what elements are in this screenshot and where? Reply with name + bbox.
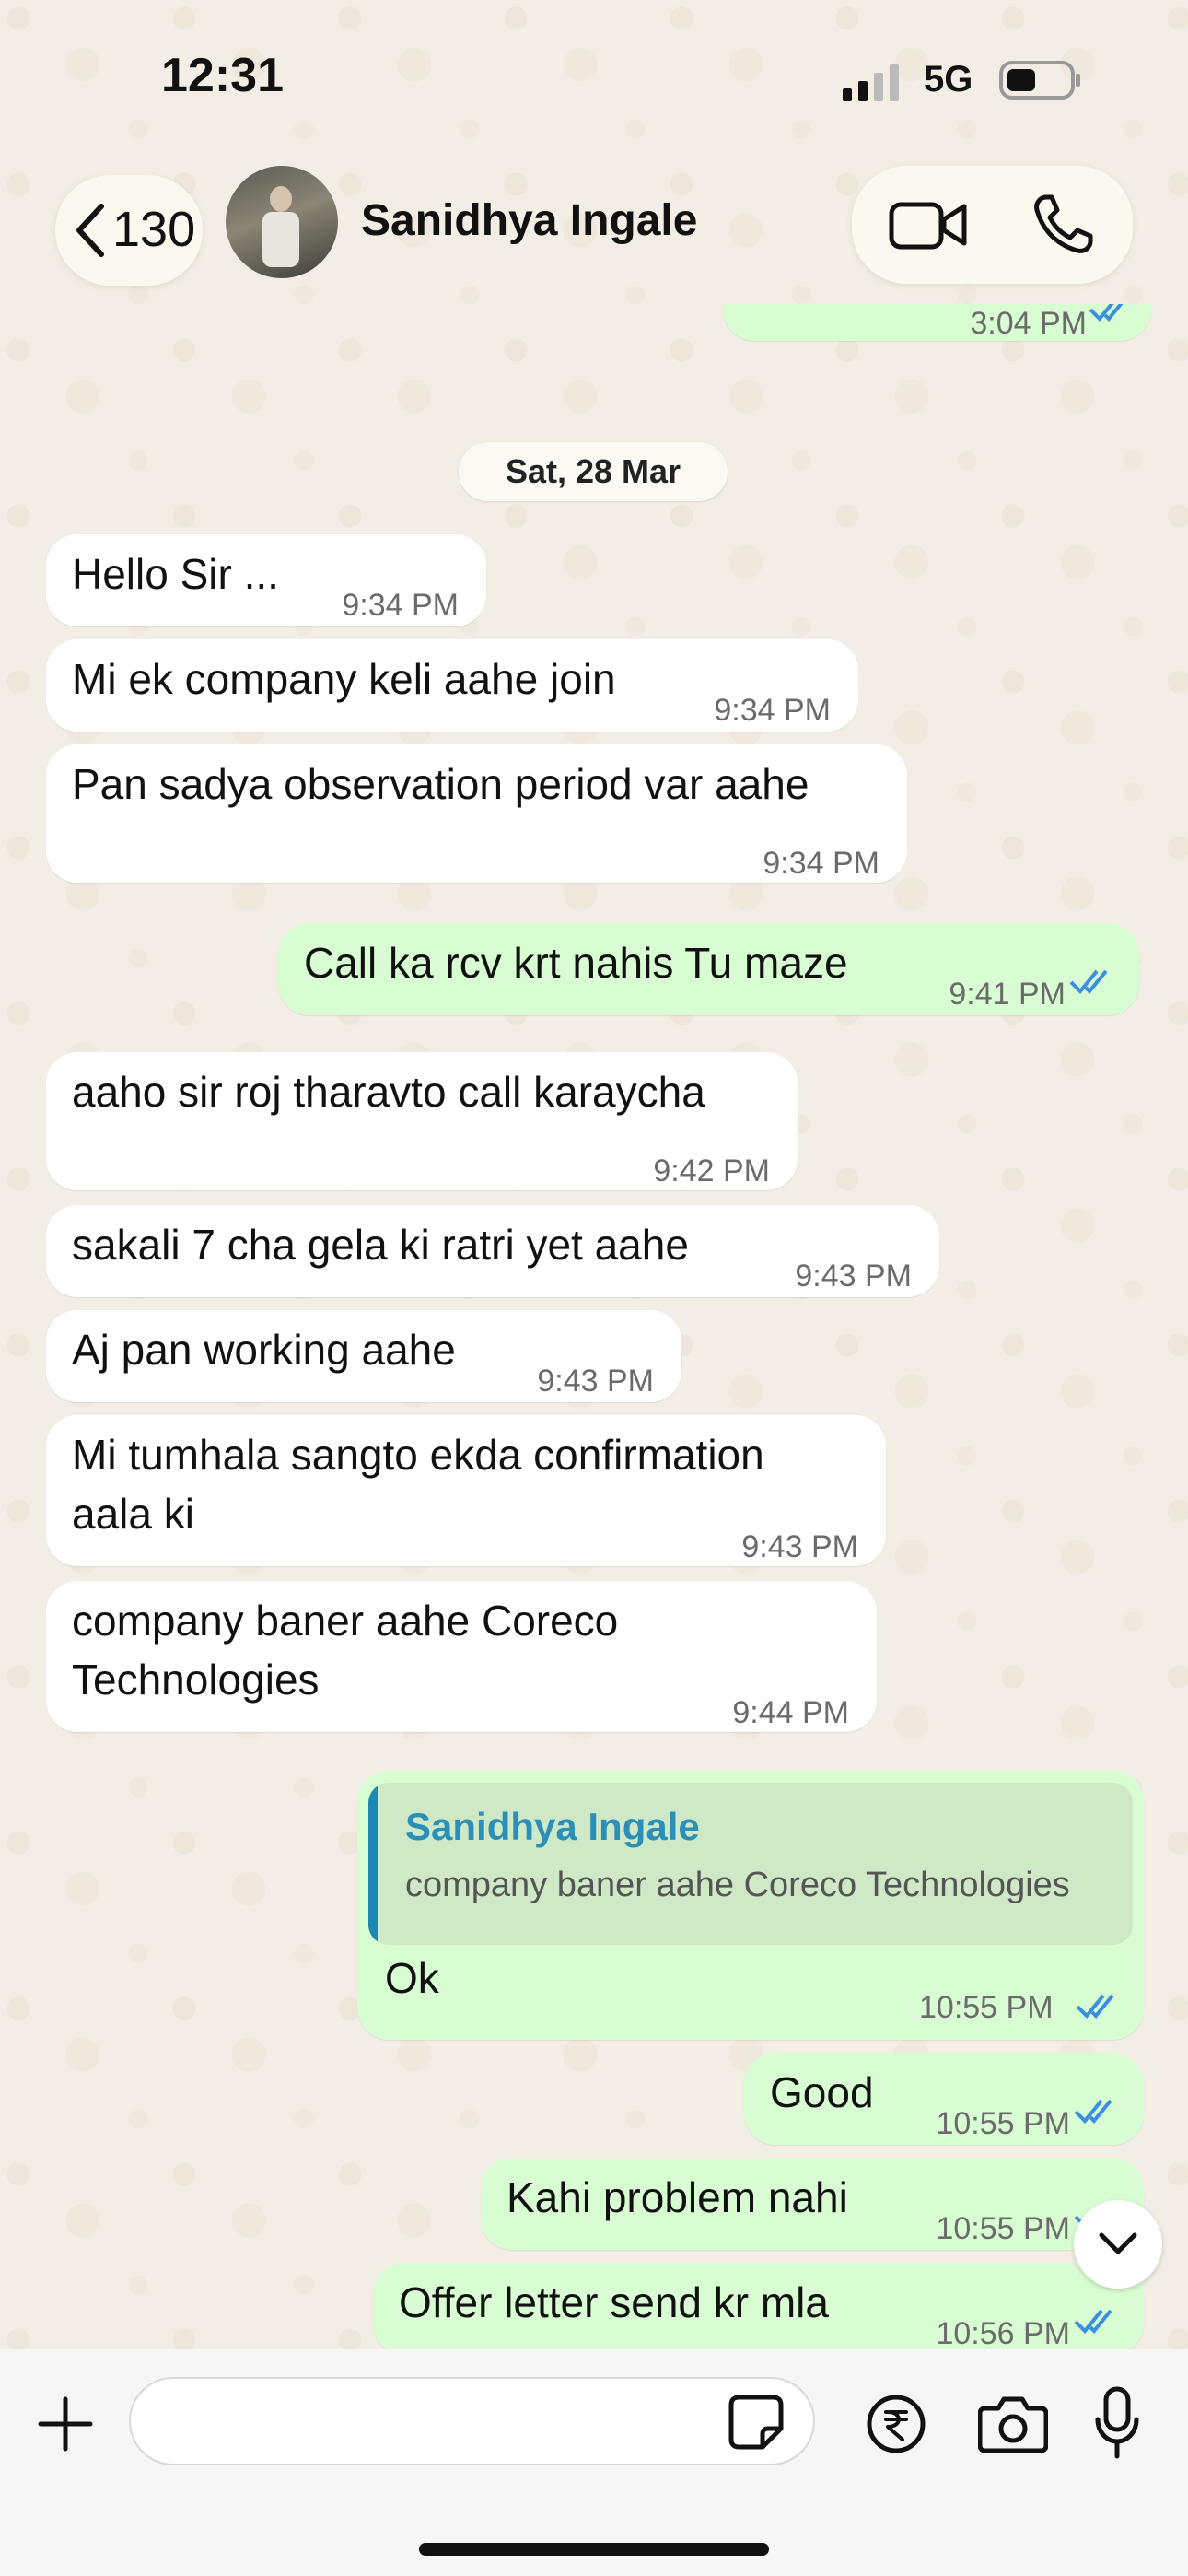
mic-icon[interactable]	[1094, 2386, 1140, 2460]
camera-icon[interactable]	[978, 2394, 1048, 2454]
battery-icon	[999, 61, 1080, 100]
chat-area[interactable]: 3:04 PM Sat, 28 Mar Hello Sir ... 9:34 P…	[0, 304, 1188, 2349]
message-time: 10:56 PM	[936, 2316, 1070, 2349]
plus-icon[interactable]	[37, 2395, 94, 2453]
network-label: 5G	[924, 59, 973, 100]
message-bubble-in[interactable]: aaho sir roj tharavto call karaycha 9:42…	[46, 1052, 798, 1190]
message-time: 9:34 PM	[714, 693, 831, 728]
message-time: 10:55 PM	[936, 2106, 1070, 2141]
message-bubble-in[interactable]: company baner aahe Coreco Technologies 9…	[46, 1581, 877, 1732]
contact-name[interactable]: Sanidhya Ingale	[361, 195, 697, 246]
back-chevron-icon	[76, 204, 104, 257]
message-time: 9:44 PM	[732, 1695, 849, 1730]
double-tick-icon	[1076, 1994, 1114, 2019]
message-bubble-in[interactable]: Mi ek company keli aahe join 9:34 PM	[46, 639, 858, 732]
message-time: 3:04 PM	[970, 306, 1087, 341]
message-time: 10:55 PM	[919, 1990, 1054, 2025]
message-text: Good	[770, 2068, 874, 2116]
message-text: Hello Sir ...	[72, 550, 279, 598]
message-time: 9:43 PM	[537, 1364, 654, 1399]
contact-avatar[interactable]	[226, 166, 338, 278]
message-input[interactable]	[129, 2377, 815, 2465]
message-time: 10:55 PM	[936, 2211, 1070, 2246]
sticker-icon[interactable]	[726, 2392, 786, 2453]
chevron-down-icon	[1099, 2232, 1137, 2254]
message-bubble-in[interactable]: sakali 7 cha gela ki ratri yet aahe 9:43…	[46, 1205, 939, 1297]
status-time: 12:31	[161, 49, 284, 102]
message-text-line2: aala ki	[72, 1490, 194, 1538]
phone-icon[interactable]	[1031, 192, 1096, 256]
double-tick-icon	[1074, 2099, 1112, 2124]
message-text: Offer letter send kr mla	[399, 2278, 829, 2326]
double-tick-icon	[1069, 969, 1108, 994]
message-bubble-in[interactable]: Hello Sir ... 9:34 PM	[46, 534, 486, 626]
message-text: sakali 7 cha gela ki ratri yet aahe	[72, 1221, 689, 1269]
message-bubble-in[interactable]: Aj pan working aahe 9:43 PM	[46, 1310, 681, 1402]
unread-count: 130	[112, 202, 196, 257]
message-time: 9:34 PM	[342, 588, 459, 623]
message-time: 9:43 PM	[795, 1259, 912, 1294]
message-text: Call ka rcv krt nahis Tu maze	[304, 939, 848, 987]
home-indicator	[419, 2543, 769, 2556]
reply-quote[interactable]: Sanidhya Ingale company baner aahe Corec…	[368, 1783, 1133, 1945]
scroll-to-bottom-button[interactable]	[1074, 2200, 1162, 2289]
message-text: Pan sadya observation period var aahe	[72, 760, 809, 808]
message-text: Kahi problem nahi	[507, 2173, 848, 2221]
call-actions	[852, 166, 1133, 284]
message-bubble-out[interactable]: 3:04 PM	[723, 304, 1151, 341]
message-time: 9:43 PM	[741, 1529, 858, 1564]
message-bubble-out[interactable]: Kahi problem nahi 10:55 PM	[481, 2158, 1144, 2250]
date-separator: Sat, 28 Mar	[459, 442, 728, 501]
message-text: aaho sir roj tharavto call karaycha	[72, 1068, 705, 1116]
message-time: 9:42 PM	[653, 1153, 770, 1188]
compose-bar	[0, 2349, 1188, 2576]
message-bubble-out[interactable]: Offer letter send kr mla 10:56 PM	[373, 2263, 1144, 2349]
quote-author: Sanidhya Ingale	[405, 1805, 700, 1848]
message-time: 9:34 PM	[763, 846, 879, 881]
message-bubble-in[interactable]: Pan sadya observation period var aahe 9:…	[46, 744, 907, 883]
status-bar: 12:31 5G	[0, 0, 1188, 157]
message-text-line2: Technologies	[72, 1656, 320, 1704]
message-text-line1: company baner aahe Coreco	[72, 1597, 619, 1645]
message-text: Ok	[385, 1954, 439, 2002]
message-bubble-out[interactable]: Call ka rcv krt nahis Tu maze 9:41 PM	[278, 923, 1139, 1015]
message-text: Mi ek company keli aahe join	[72, 655, 616, 703]
back-button[interactable]: 130	[55, 175, 203, 286]
double-tick-icon	[1074, 2309, 1112, 2334]
message-bubble-in[interactable]: Mi tumhala sangto ekda confirmation aala…	[46, 1415, 886, 1566]
message-time: 9:41 PM	[949, 977, 1066, 1012]
double-tick-icon	[1089, 304, 1124, 322]
message-text: Aj pan working aahe	[72, 1326, 456, 1374]
message-text-line1: Mi tumhala sangto ekda confirmation	[72, 1431, 764, 1479]
quote-bar	[368, 1783, 378, 1945]
quote-text: company baner aahe Coreco Technologies	[405, 1866, 1070, 1904]
message-bubble-out[interactable]: Good 10:55 PM	[744, 2053, 1144, 2145]
signal-icon	[843, 64, 899, 101]
video-call-icon[interactable]	[889, 195, 968, 254]
rupee-icon[interactable]	[866, 2394, 926, 2454]
